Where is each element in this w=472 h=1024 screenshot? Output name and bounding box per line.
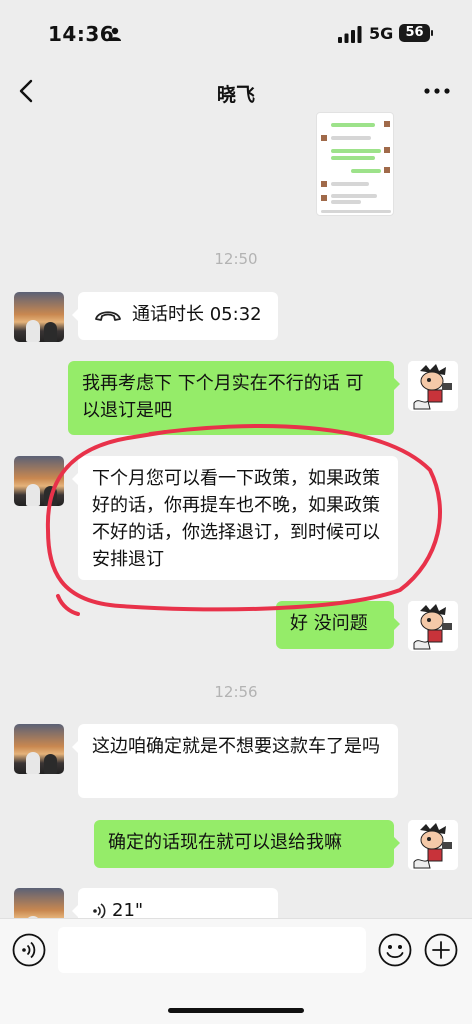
friend-avatar[interactable] xyxy=(14,456,64,506)
emoji-icon[interactable] xyxy=(378,933,412,967)
status-time: 14:36 xyxy=(48,22,115,46)
timestamp: 12:50 xyxy=(214,250,258,268)
home-indicator xyxy=(168,1008,304,1013)
my-avatar[interactable] xyxy=(408,361,458,411)
nav-bar: 晓飞 xyxy=(0,64,472,118)
status-bar: 14:36 5G 56 xyxy=(0,0,472,64)
battery-cap xyxy=(431,30,433,36)
voice-mode-icon[interactable] xyxy=(12,933,46,967)
phone-handset-icon xyxy=(95,311,121,321)
plus-icon[interactable] xyxy=(424,933,458,967)
network-type: 5G xyxy=(369,24,394,43)
call-duration-message[interactable]: 通话时长 05:32 xyxy=(72,292,278,340)
friend-avatar[interactable] xyxy=(14,724,64,774)
friend-avatar[interactable] xyxy=(14,292,64,342)
my-message-bubble[interactable]: 好 没问题 xyxy=(276,601,400,649)
signal-icon xyxy=(338,26,362,43)
image-message-thumbnail[interactable] xyxy=(316,112,394,216)
battery-indicator: 56 xyxy=(399,24,430,42)
my-avatar[interactable] xyxy=(408,601,458,651)
call-duration-text: 通话时长 05:32 xyxy=(132,304,262,325)
friend-message-bubble[interactable]: 下个月您可以看一下政策，如果政策好的话，你再提车也不晚，如果政策不好的话，你选择… xyxy=(72,456,398,580)
my-message-bubble[interactable]: 确定的话现在就可以退给我嘛 xyxy=(94,820,400,868)
my-message-bubble[interactable]: 我再考虑下 下个月实在不行的话 可以退订是吧 xyxy=(68,361,400,435)
timestamp: 12:56 xyxy=(214,683,258,701)
ellipsis-icon[interactable] xyxy=(424,85,450,97)
my-avatar[interactable] xyxy=(408,820,458,870)
cartoon-avatar-icon xyxy=(408,601,458,651)
chat-title: 晓飞 xyxy=(216,84,255,106)
message-input[interactable] xyxy=(58,927,366,973)
cartoon-avatar-icon xyxy=(408,361,458,411)
cartoon-avatar-icon xyxy=(408,820,458,870)
friend-message-bubble[interactable]: 这边咱确定就是不想要这款车了是吗 xyxy=(72,724,398,798)
person-icon xyxy=(109,27,121,41)
